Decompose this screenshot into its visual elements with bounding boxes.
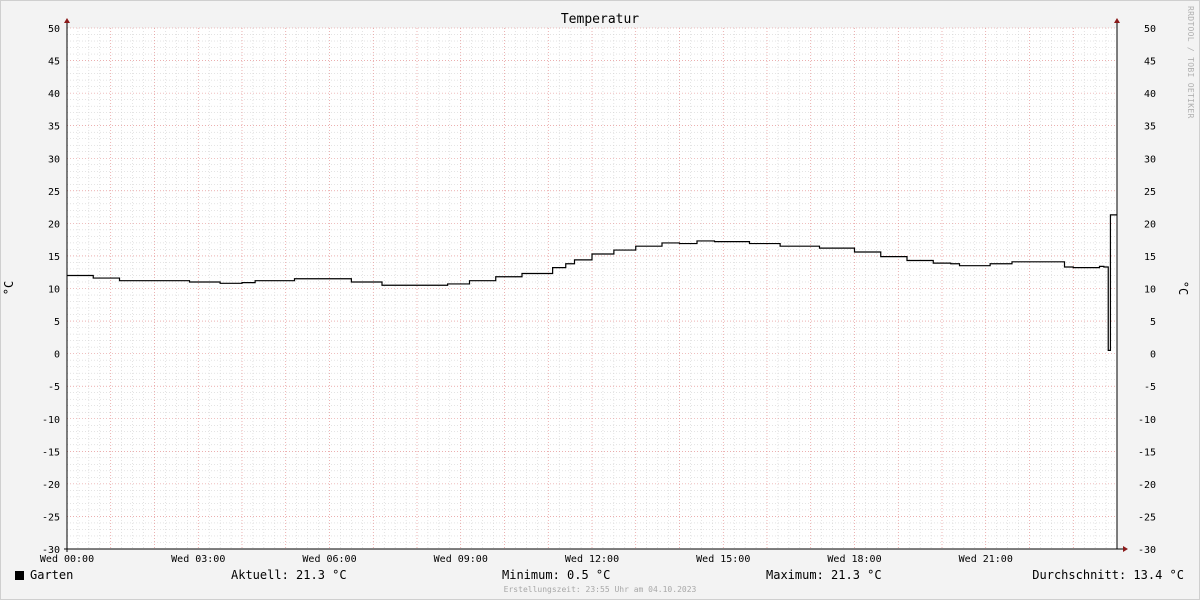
x-tick-label: Wed 09:00 bbox=[434, 554, 488, 565]
y-tick-label-left: -20 bbox=[42, 480, 60, 491]
y-tick-label-right: 35 bbox=[1144, 122, 1156, 133]
y-tick-label-right: -5 bbox=[1144, 382, 1156, 393]
y-tick-label-right: -10 bbox=[1138, 415, 1156, 426]
x-tick-label: Wed 12:00 bbox=[565, 554, 619, 565]
y-tick-label-right: 50 bbox=[1144, 24, 1156, 35]
legend-row: Garten Aktuell: 21.3 °C Minimum: 0.5 °C … bbox=[0, 566, 1200, 584]
y-tick-label-left: 25 bbox=[48, 187, 60, 198]
y-tick-label-left: 20 bbox=[48, 219, 60, 230]
y-tick-label-right: -20 bbox=[1138, 480, 1156, 491]
rrdtool-watermark: RRDTOOL / TOBI OETIKER bbox=[1186, 6, 1195, 119]
y-tick-label-right: -25 bbox=[1138, 512, 1156, 523]
x-tick-label: Wed 21:00 bbox=[959, 554, 1013, 565]
y-tick-label-left: 0 bbox=[54, 350, 60, 361]
x-tick-label: Wed 15:00 bbox=[696, 554, 750, 565]
y-tick-label-right: 20 bbox=[1144, 219, 1156, 230]
y-tick-label-right: 40 bbox=[1144, 89, 1156, 100]
y-axis-arrow-left bbox=[64, 18, 70, 23]
legend-average: Durchschnitt: 13.4 °C bbox=[1032, 568, 1184, 582]
y-tick-label-right: 10 bbox=[1144, 285, 1156, 296]
y-tick-label-left: -25 bbox=[42, 512, 60, 523]
y-tick-label-left: 40 bbox=[48, 89, 60, 100]
chart-title: Temperatur bbox=[561, 12, 639, 27]
y-tick-label-left: -10 bbox=[42, 415, 60, 426]
y-tick-label-right: 45 bbox=[1144, 57, 1156, 68]
y-tick-label-left: -15 bbox=[42, 447, 60, 458]
y-tick-label-right: 25 bbox=[1144, 187, 1156, 198]
y-axis-arrow-right bbox=[1114, 18, 1120, 23]
legend-minimum: Minimum: 0.5 °C bbox=[502, 568, 611, 582]
x-tick-label: Wed 18:00 bbox=[827, 554, 881, 565]
y-tick-label-left: 5 bbox=[54, 317, 60, 328]
x-tick-label: Wed 00:00 bbox=[40, 554, 94, 565]
y-tick-label-right: 0 bbox=[1150, 350, 1156, 361]
y-tick-label-left: 10 bbox=[48, 285, 60, 296]
y-axis-label-left: °C bbox=[2, 281, 16, 295]
legend-series: Garten bbox=[15, 568, 73, 582]
y-tick-label-right: 5 bbox=[1150, 317, 1156, 328]
y-tick-label-right: -30 bbox=[1138, 545, 1156, 556]
y-axis-label-right: °C bbox=[1176, 281, 1190, 295]
x-axis-arrow bbox=[1123, 546, 1128, 552]
legend-series-name: Garten bbox=[30, 568, 74, 582]
creation-time-note: Erstellungszeit: 23:55 Uhr am 04.10.2023 bbox=[503, 585, 697, 594]
x-tick-label: Wed 03:00 bbox=[171, 554, 225, 565]
y-tick-label-left: 45 bbox=[48, 57, 60, 68]
legend-maximum: Maximum: 21.3 °C bbox=[766, 568, 882, 582]
plot-area: 50 5045 4540 4035 3530 3025 2520 2015 1510 105 50 0… bbox=[40, 18, 1156, 565]
y-tick-label-left: -5 bbox=[48, 382, 60, 393]
legend-current: Aktuell: 21.3 °C bbox=[231, 568, 347, 582]
y-tick-label-right: -15 bbox=[1138, 447, 1156, 458]
y-tick-label-left: 30 bbox=[48, 154, 60, 165]
legend-swatch bbox=[15, 571, 24, 580]
temperature-chart: Temperatur °C °C RRDTOOL / TOBI OETIKER … bbox=[2, 6, 1195, 565]
x-tick-label: Wed 06:00 bbox=[302, 554, 356, 565]
y-tick-label-left: 50 bbox=[48, 24, 60, 35]
y-tick-label-left: 15 bbox=[48, 252, 60, 263]
y-tick-label-left: 35 bbox=[48, 122, 60, 133]
y-tick-label-right: 15 bbox=[1144, 252, 1156, 263]
y-tick-label-right: 30 bbox=[1144, 154, 1156, 165]
